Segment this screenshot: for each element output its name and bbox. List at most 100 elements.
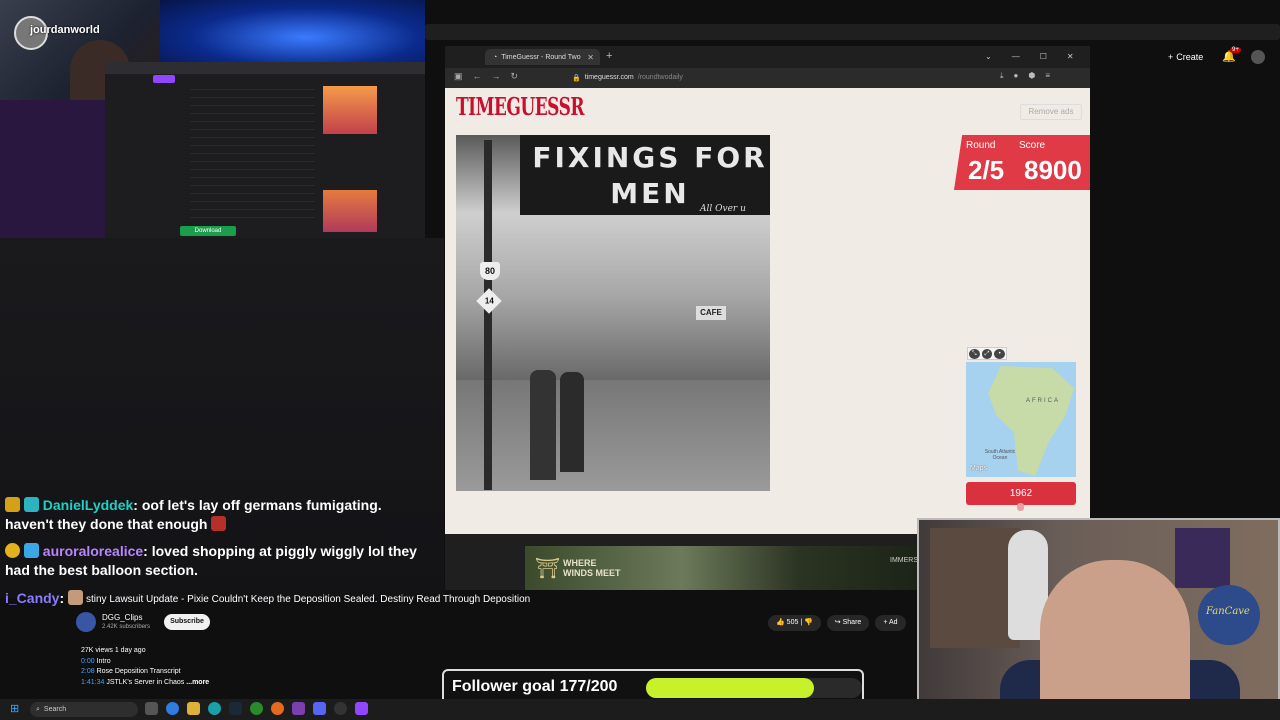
new-tab-icon[interactable]: + [606, 50, 612, 62]
video-description[interactable]: 27K views 1 day ago 0:00 Intro 2:08 Rose… [81, 646, 209, 688]
tab-timeguessr[interactable]: ◔ TimeGuessr - Round Two ✕ [485, 49, 600, 65]
channel-name[interactable]: DGG_Clips [102, 613, 142, 622]
firefox-icon[interactable] [271, 702, 284, 715]
photo-lamp-post [484, 140, 492, 490]
video-title: stiny Lawsuit Update - Pixie Couldn't Ke… [86, 594, 531, 605]
discord-icon[interactable] [313, 702, 326, 715]
ad-text: IMMERS [890, 557, 918, 564]
emote-icon [211, 516, 227, 531]
download-icon[interactable]: ⤓ [1000, 71, 1004, 81]
chat-message: auroralorealice: loved shopping at piggl… [5, 542, 425, 580]
emote-icon [68, 590, 84, 605]
back-icon[interactable]: ← [473, 71, 482, 82]
photo-man [530, 370, 556, 480]
shrink-icon[interactable]: ⤢ [981, 349, 993, 359]
like-button[interactable]: 👍 505 | 👎 [768, 615, 821, 631]
follower-goal-fill [646, 678, 815, 698]
chat-message: DanielLyddek: oof let's lay off germans … [5, 496, 425, 534]
channel-avatar[interactable] [76, 612, 96, 632]
photo-route-sign: 80 [480, 262, 500, 280]
obs-icon[interactable] [334, 702, 347, 715]
taskview-icon[interactable] [145, 702, 158, 715]
thumbs-down-icon[interactable]: | 👎 [800, 619, 812, 626]
address-bar[interactable]: 🔒 timeguessr.com/roundtwodaily [572, 71, 912, 84]
chapter-label: Rose Deposition Transcript [96, 668, 181, 675]
score-value: 8900 [1024, 155, 1082, 185]
puzzle-icon[interactable]: ⬢ [1028, 71, 1035, 81]
xbox-icon[interactable] [250, 702, 263, 715]
chat-colon: : [143, 543, 148, 559]
chat-colon: : [59, 590, 65, 606]
timeguessr-logo[interactable]: TIMEGUESSR [456, 94, 585, 139]
share-button[interactable]: ↪ Share [826, 615, 870, 631]
subscribe-button[interactable]: Subscribe [164, 614, 210, 630]
remove-ads-button[interactable]: Remove ads [1020, 104, 1082, 120]
year-slider-value[interactable]: 1962 [966, 482, 1076, 505]
close-icon[interactable]: ✕ [587, 53, 594, 62]
add-button[interactable]: + Ad [875, 615, 906, 631]
round-value: 2/5 [968, 155, 1005, 185]
create-label: Create [1176, 52, 1204, 62]
photo-sign-subtext: All Over u [700, 204, 746, 214]
ad-title-line: WHERE [563, 558, 597, 568]
year-slider-handle[interactable] [1017, 503, 1024, 511]
tab-title: TimeGuessr - Round Two [501, 53, 581, 61]
desktop-wallpaper [160, 0, 425, 62]
folder-icon[interactable] [187, 702, 200, 715]
map-continent-label: AFRICA [1026, 398, 1061, 404]
plus-icon: + [883, 619, 888, 626]
minimize-icon[interactable]: — [1012, 52, 1020, 61]
lock-icon: 🔒 [572, 74, 581, 82]
account-avatar[interactable] [1251, 50, 1265, 64]
chapter-label: Intro [96, 657, 111, 665]
close-icon[interactable]: ✕ [1067, 52, 1074, 61]
mini-screen-comments [190, 82, 315, 222]
windows-start-icon[interactable]: ⊞ [10, 703, 22, 715]
chapter-timestamp[interactable]: 2:08 [81, 668, 95, 675]
create-button[interactable]: + Create [1168, 48, 1203, 66]
chapter-timestamp[interactable]: 1:41:34 [81, 679, 104, 686]
maximize-icon[interactable]: ☐ [1040, 52, 1047, 61]
mini-screen-card [323, 190, 377, 232]
url-path: /roundtwodaily [637, 74, 683, 81]
chat-message: i_Candy: [5, 589, 95, 608]
app-icon[interactable] [292, 702, 305, 715]
video-actions: 👍 505 | 👎 ↪ Share + Ad [768, 615, 906, 631]
taskbar-search[interactable]: ⌕ Search [30, 702, 138, 717]
extension-icon[interactable]: ● [1014, 71, 1019, 81]
webcam-sign-text: FanCave [1206, 606, 1250, 617]
steam-icon[interactable] [229, 702, 242, 715]
download-button[interactable]: Download [180, 226, 236, 236]
chevron-down-icon[interactable]: ⌄ [985, 52, 992, 61]
share-icon: ↪ [834, 619, 841, 626]
mini-chat-panel [0, 100, 105, 238]
nav-buttons: ▣ ← → ↻ [454, 71, 518, 82]
reload-icon[interactable]: ↻ [511, 71, 519, 82]
share-label: Share [842, 619, 862, 626]
chapter-item: 2:08 Rose Deposition Transcript [81, 667, 209, 678]
search-icon: ⌕ [36, 705, 40, 713]
subscriber-count: 2.42K subscribers [102, 624, 151, 630]
chapter-label: JSTLK's Server in Chaos [106, 678, 185, 686]
guest-figure [1040, 560, 1190, 720]
pin-icon[interactable]: • [994, 349, 1006, 359]
notification-badge: 9+ [1230, 47, 1241, 53]
chapter-item: 0:00 Intro [81, 657, 209, 668]
thumbs-up-icon: 👍 [776, 619, 785, 626]
sidebar-icon[interactable]: ▣ [454, 71, 463, 82]
chapter-timestamp[interactable]: 0:00 [81, 658, 95, 665]
expand-icon[interactable]: ⤡ [969, 349, 980, 359]
edge-icon[interactable] [208, 702, 221, 715]
photo-route-number: 14 [484, 296, 494, 305]
map-ocean-label: South Atlantic Ocean [984, 449, 1016, 461]
chrome-icon[interactable] [166, 702, 179, 715]
plus-icon: + [1168, 52, 1174, 62]
game-logo-icon: ⛩ [535, 558, 561, 580]
forward-icon[interactable]: → [492, 71, 501, 82]
menu-icon[interactable]: ≡ [1045, 71, 1050, 81]
more-link[interactable]: ...more [186, 679, 209, 686]
webcam-poster [1175, 528, 1230, 588]
crown-badge-icon [5, 497, 20, 512]
webcam-shelf [930, 528, 1020, 648]
twitch-icon[interactable] [355, 702, 368, 715]
